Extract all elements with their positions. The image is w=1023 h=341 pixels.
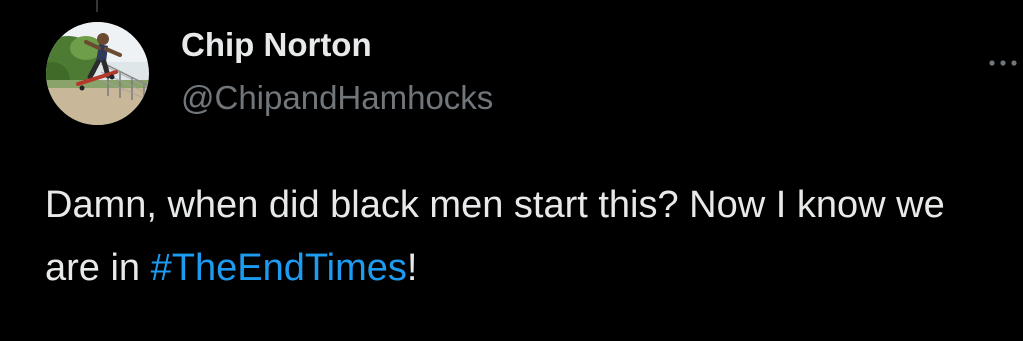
- profile-photo-skateboarder-icon: [46, 22, 149, 125]
- avatar[interactable]: [46, 22, 149, 125]
- more-options-button[interactable]: [986, 50, 1020, 74]
- hashtag-link[interactable]: #TheEndTimes: [151, 247, 407, 289]
- tweet-text-end: !: [406, 247, 418, 289]
- more-options-icon: [989, 60, 1017, 66]
- thread-connector-line: [96, 0, 98, 12]
- author-display-name[interactable]: Chip Norton: [181, 26, 372, 64]
- author-handle[interactable]: @ChipandHamhocks: [181, 79, 493, 117]
- tweet-text: Damn, when did black men start this? Now…: [45, 174, 985, 300]
